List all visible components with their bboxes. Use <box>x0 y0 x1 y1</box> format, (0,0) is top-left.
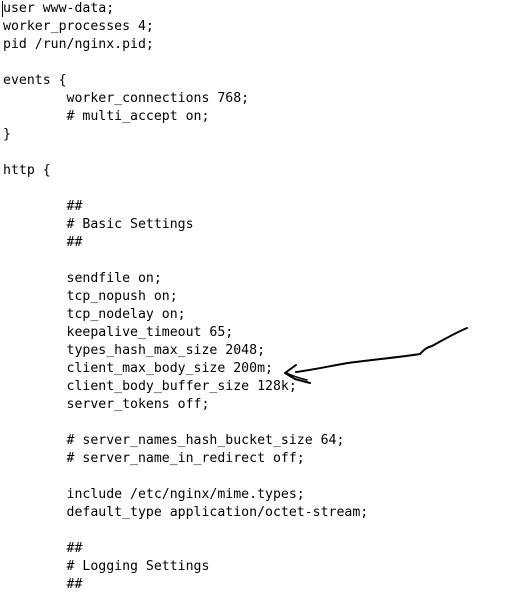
text-cursor <box>2 1 3 17</box>
code-line: http { <box>3 163 51 178</box>
code-line: user www-data; <box>3 1 115 16</box>
code-line: client_max_body_size 200m; <box>3 361 273 376</box>
code-line: # Logging Settings <box>3 559 210 574</box>
code-line: keepalive_timeout 65; <box>3 325 234 340</box>
code-line: } <box>3 127 11 142</box>
code-line: worker_processes 4; <box>3 19 154 34</box>
code-line: default_type application/octet-stream; <box>3 505 369 520</box>
code-line: ## <box>3 577 83 592</box>
code-line: pid /run/nginx.pid; <box>3 37 154 52</box>
code-line: tcp_nopush on; <box>3 289 178 304</box>
code-line: tcp_nodelay on; <box>3 307 186 322</box>
code-line: ## <box>3 541 83 556</box>
code-line: sendfile on; <box>3 271 162 286</box>
text-editor[interactable]: user www-data; worker_processes 4; pid /ru… <box>0 0 509 599</box>
code-line: # server_name_in_redirect off; <box>3 451 305 466</box>
code-line: ## <box>3 199 83 214</box>
code-line: events { <box>3 73 67 88</box>
code-line: types_hash_max_size 2048; <box>3 343 266 358</box>
code-line: worker_connections 768; <box>3 91 250 106</box>
code-line: # server_names_hash_bucket_size 64; <box>3 433 345 448</box>
code-line: server_tokens off; <box>3 397 210 412</box>
code-line: client_body_buffer_size 128k; <box>3 379 297 394</box>
code-content[interactable]: user www-data; worker_processes 4; pid /ru… <box>3 0 368 594</box>
code-line: include /etc/nginx/mime.types; <box>3 487 305 502</box>
code-line: ## <box>3 235 83 250</box>
code-line: # multi_accept on; <box>3 109 210 124</box>
code-line: # Basic Settings <box>3 217 194 232</box>
